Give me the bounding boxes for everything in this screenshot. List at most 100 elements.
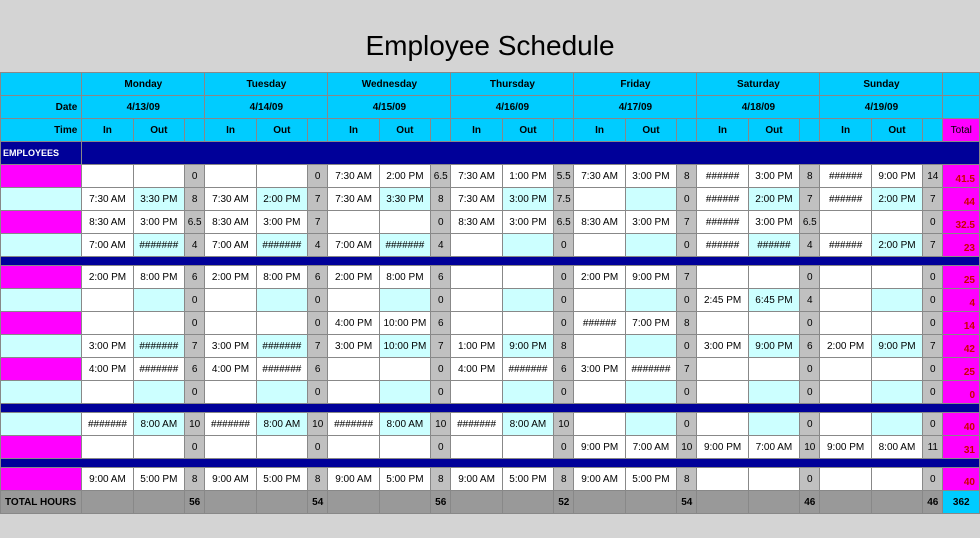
hours-cell: 7 xyxy=(923,234,943,257)
row-total: 4 xyxy=(943,289,980,312)
hours-cell: 4 xyxy=(184,234,204,257)
time-out-cell: ####### xyxy=(625,358,676,381)
time-in-cell: 3:00 PM xyxy=(82,335,133,358)
row-total: 23 xyxy=(943,234,980,257)
time-in-cell xyxy=(82,436,133,459)
time-out-cell: 8:00 AM xyxy=(502,413,553,436)
time-out-cell: 9:00 PM xyxy=(871,335,922,358)
hours-cell: 0 xyxy=(431,381,451,404)
employee-cell xyxy=(1,312,82,335)
time-in-cell: 8:30 AM xyxy=(574,211,625,234)
hours-cell: 0 xyxy=(800,381,820,404)
hours-cell: 8 xyxy=(184,188,204,211)
time-in-cell: 4:00 PM xyxy=(82,358,133,381)
time-in-cell xyxy=(328,381,379,404)
time-in-cell xyxy=(574,289,625,312)
day-total-5: 46 xyxy=(800,491,820,514)
time-out-cell xyxy=(256,289,307,312)
employee-cell xyxy=(1,436,82,459)
hours-cell: 8 xyxy=(554,468,574,491)
time-out-cell xyxy=(256,381,307,404)
hours-cell: 6.5 xyxy=(554,211,574,234)
time-out-cell: 5:00 PM xyxy=(379,468,430,491)
time-out-cell: 3:30 PM xyxy=(133,188,184,211)
time-in-cell: 2:00 PM xyxy=(574,266,625,289)
hours-cell: 6 xyxy=(184,358,204,381)
time-in-cell: 9:00 PM xyxy=(820,436,871,459)
time-in-cell: 7:30 AM xyxy=(451,165,502,188)
time-in-cell: 1:00 PM xyxy=(451,335,502,358)
schedule-table: MondayTuesdayWednesdayThursdayFridaySatu… xyxy=(0,72,980,514)
hours-cell: 0 xyxy=(677,413,697,436)
hours-cell: 0 xyxy=(923,468,943,491)
time-in-cell xyxy=(205,381,256,404)
time-out-cell: 2:00 PM xyxy=(871,188,922,211)
hours-cell: 6 xyxy=(308,266,328,289)
time-in-cell xyxy=(328,436,379,459)
time-in-cell: 2:00 PM xyxy=(820,335,871,358)
day-header-1: Tuesday xyxy=(205,73,328,96)
date-0: 4/13/09 xyxy=(82,96,205,119)
hours-cell: 0 xyxy=(677,335,697,358)
hours-cell: 7 xyxy=(308,188,328,211)
time-in-cell: 9:00 AM xyxy=(205,468,256,491)
time-in-cell: 7:30 AM xyxy=(205,188,256,211)
hours-cell: 0 xyxy=(800,413,820,436)
time-in-cell xyxy=(451,289,502,312)
time-in-cell xyxy=(574,413,625,436)
time-out-cell: 3:00 PM xyxy=(133,211,184,234)
row-total: 0 xyxy=(943,381,980,404)
time-in-cell: ####### xyxy=(205,413,256,436)
time-out-cell: ####### xyxy=(133,234,184,257)
time-out-cell: 8:00 PM xyxy=(133,266,184,289)
hours-cell: 7 xyxy=(431,335,451,358)
time-in-cell: 9:00 PM xyxy=(697,436,748,459)
hours-cell: 6 xyxy=(554,358,574,381)
time-out-cell xyxy=(256,436,307,459)
hours-cell: 0 xyxy=(677,289,697,312)
time-out-cell xyxy=(379,381,430,404)
time-in-cell xyxy=(820,381,871,404)
time-in-cell xyxy=(205,436,256,459)
row-total: 25 xyxy=(943,266,980,289)
hours-cell: 10 xyxy=(184,413,204,436)
time-out-cell: 8:00 AM xyxy=(379,413,430,436)
employee-cell xyxy=(1,234,82,257)
time-out-cell xyxy=(256,312,307,335)
time-out-cell: 9:00 PM xyxy=(625,266,676,289)
time-in-cell: 7:30 AM xyxy=(574,165,625,188)
hours-cell: 8 xyxy=(677,468,697,491)
time-in-cell xyxy=(697,358,748,381)
time-in-cell xyxy=(328,211,379,234)
time-in-cell: 2:00 PM xyxy=(328,266,379,289)
time-out-cell xyxy=(625,413,676,436)
time-out-cell xyxy=(871,468,922,491)
day-total-3: 52 xyxy=(554,491,574,514)
time-out-cell: 2:00 PM xyxy=(379,165,430,188)
hours-cell: 0 xyxy=(923,289,943,312)
time-out-cell xyxy=(871,211,922,234)
time-in-cell xyxy=(820,289,871,312)
time-in-cell: ###### xyxy=(697,188,748,211)
time-in-cell: ###### xyxy=(697,211,748,234)
hours-cell: 10 xyxy=(800,436,820,459)
time-in-cell: 7:30 AM xyxy=(328,165,379,188)
hours-cell: 0 xyxy=(184,165,204,188)
hours-cell: 0 xyxy=(923,312,943,335)
hours-cell: 8 xyxy=(677,165,697,188)
time-in-cell xyxy=(697,468,748,491)
time-in-cell xyxy=(82,165,133,188)
time-in-cell xyxy=(820,413,871,436)
hours-cell: 6 xyxy=(184,266,204,289)
time-out-cell: 8:00 AM xyxy=(256,413,307,436)
time-out-cell: 3:00 PM xyxy=(625,165,676,188)
employee-cell xyxy=(1,468,82,491)
hours-cell: 6.5 xyxy=(800,211,820,234)
hours-cell: 8 xyxy=(431,188,451,211)
employees-header: EMPLOYEES xyxy=(1,142,82,165)
hours-cell: 6.5 xyxy=(431,165,451,188)
time-in-cell: 7:30 AM xyxy=(328,188,379,211)
day-total-0: 56 xyxy=(184,491,204,514)
row-total: 40 xyxy=(943,468,980,491)
time-in-cell xyxy=(205,289,256,312)
